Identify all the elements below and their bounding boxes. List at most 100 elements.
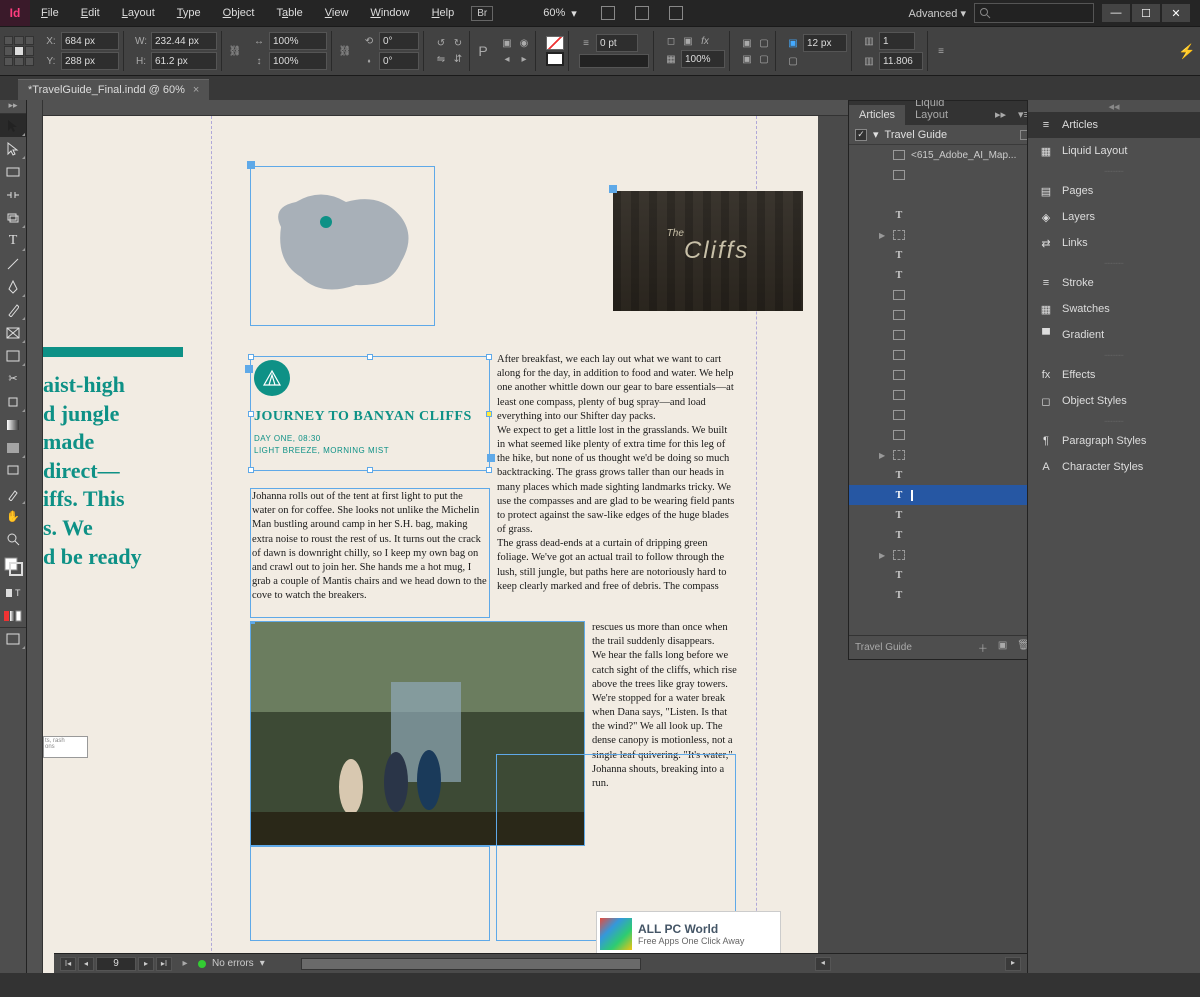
fit-1-icon[interactable]: ▣ — [740, 36, 754, 50]
y-field[interactable] — [61, 52, 119, 70]
select-container-icon[interactable]: ▣ — [500, 36, 514, 50]
pencil-tool[interactable] — [0, 298, 26, 321]
fill-stroke-tool[interactable] — [0, 551, 26, 581]
corner-opt-icon[interactable]: ◻ — [664, 34, 678, 48]
h-scrollbar[interactable] — [301, 958, 641, 970]
trash-icon[interactable]: 🗑 — [1017, 640, 1027, 655]
article-item[interactable]: ▶ — [849, 545, 1027, 565]
panel-articles[interactable]: ≡Articles — [1028, 112, 1200, 138]
preflight-label[interactable]: No errors — [212, 958, 254, 969]
empty-frame-1[interactable] — [250, 846, 490, 941]
article-item[interactable] — [849, 285, 1027, 305]
pen-tool[interactable] — [0, 275, 26, 298]
panel-swatches[interactable]: ▦Swatches — [1028, 296, 1200, 322]
reference-point[interactable] — [4, 36, 34, 66]
quick-apply-icon[interactable]: ⚡ — [1178, 43, 1196, 60]
panel-object-styles[interactable]: ◻Object Styles — [1028, 388, 1200, 414]
menu-table[interactable]: Table — [265, 0, 313, 26]
article-item[interactable] — [849, 385, 1027, 405]
article-item[interactable] — [849, 165, 1027, 185]
article-item[interactable]: T — [849, 465, 1027, 485]
rotate-field[interactable] — [379, 32, 419, 50]
article-item[interactable]: T — [849, 205, 1027, 225]
scroll-left-button[interactable]: ◂ — [815, 957, 831, 971]
fit-2-icon[interactable]: ▢ — [757, 36, 771, 50]
open-button[interactable]: ▸ — [178, 957, 192, 971]
note-tool[interactable] — [0, 459, 26, 482]
map-frame[interactable] — [250, 166, 435, 326]
fit-3-icon[interactable]: ▣ — [740, 52, 754, 66]
panel-gradient[interactable]: ▀Gradient — [1028, 322, 1200, 348]
gutter-field[interactable] — [879, 52, 923, 70]
rectangle-tool[interactable] — [0, 344, 26, 367]
line-tool[interactable] — [0, 252, 26, 275]
view-mode-tool[interactable] — [0, 627, 26, 650]
fx-icon[interactable]: fx — [698, 34, 712, 48]
prev-page-button[interactable]: ◂ — [78, 957, 94, 971]
page-number-field[interactable] — [96, 957, 136, 971]
panel-effects[interactable]: fxEffects — [1028, 362, 1200, 388]
h-field[interactable] — [151, 52, 217, 70]
toolbox-grip[interactable]: ▸▸ — [0, 100, 26, 114]
article-target-icon[interactable] — [1020, 130, 1027, 140]
scale-y-field[interactable] — [269, 52, 327, 70]
next-page-button[interactable]: ▸ — [138, 957, 154, 971]
collapse-icon[interactable]: ▸▸ — [989, 104, 1012, 125]
panel-pages[interactable]: ▤Pages — [1028, 178, 1200, 204]
tab-liquid-layout[interactable]: Liquid Layout — [905, 100, 989, 125]
auto-fit-icon[interactable]: ▣ — [786, 36, 800, 50]
scale-x-field[interactable] — [269, 32, 327, 50]
gradient-feather-tool[interactable] — [0, 436, 26, 459]
scissors-tool[interactable]: ✂ — [0, 367, 26, 390]
menu-type[interactable]: Type — [166, 0, 212, 26]
article-item[interactable]: T — [849, 585, 1027, 605]
view-opt-3-icon[interactable] — [669, 6, 683, 20]
article-item[interactable]: T — [849, 525, 1027, 545]
article-item[interactable]: T — [849, 505, 1027, 525]
selection-tool[interactable] — [0, 114, 26, 137]
gap-field[interactable] — [803, 34, 847, 52]
select-prev-icon[interactable]: ◂ — [500, 52, 514, 66]
cliffs-image-frame[interactable]: The Cliffs — [613, 191, 803, 311]
panel-layers[interactable]: ◈Layers — [1028, 204, 1200, 230]
shear-field[interactable] — [379, 52, 419, 70]
disclosure-icon[interactable]: ▾ — [873, 128, 879, 141]
rotate-cw-icon[interactable]: ↻ — [451, 36, 465, 50]
include-checkbox[interactable]: ✓ — [855, 129, 867, 141]
menu-edit[interactable]: Edit — [70, 0, 111, 26]
article-item[interactable] — [849, 305, 1027, 325]
vertical-ruler[interactable] — [27, 100, 43, 973]
w-field[interactable] — [151, 32, 217, 50]
panel-stroke[interactable]: ≡Stroke — [1028, 270, 1200, 296]
menu-object[interactable]: Object — [212, 0, 266, 26]
article-item[interactable] — [849, 365, 1027, 385]
fill-swatch[interactable] — [546, 36, 564, 50]
article-item[interactable]: ▶ — [849, 445, 1027, 465]
apply-color-tool[interactable] — [0, 604, 26, 627]
free-transform-tool[interactable] — [0, 390, 26, 413]
zoom-tool[interactable] — [0, 528, 26, 551]
hand-tool[interactable]: ✋ — [0, 505, 26, 528]
stroke-swatch[interactable] — [546, 52, 564, 66]
gap-tool[interactable] — [0, 183, 26, 206]
article-item[interactable]: ▶ — [849, 225, 1027, 245]
align-icon[interactable]: ≡ — [934, 44, 948, 58]
panel-liquid-layout[interactable]: ▦Liquid Layout — [1028, 138, 1200, 164]
first-page-button[interactable]: I◂ — [60, 957, 76, 971]
stroke-style-dropdown[interactable] — [579, 54, 649, 68]
article-item[interactable] — [849, 185, 1027, 205]
opacity-field[interactable] — [681, 50, 725, 68]
flip-h-icon[interactable]: ⇋ — [434, 52, 448, 66]
select-next-icon[interactable]: ▸ — [517, 52, 531, 66]
gradient-swatch-tool[interactable] — [0, 413, 26, 436]
flip-v-icon[interactable]: ⇵ — [451, 52, 465, 66]
rotate-ccw-icon[interactable]: ↺ — [434, 36, 448, 50]
menu-window[interactable]: Window — [359, 0, 420, 26]
x-field[interactable] — [61, 32, 119, 50]
close-button[interactable]: ✕ — [1162, 4, 1190, 22]
link-wh-icon[interactable]: ⛓ — [228, 44, 242, 58]
panel-links[interactable]: ⇄Links — [1028, 230, 1200, 256]
add-icon[interactable]: ＋ — [978, 640, 988, 655]
panel-menu-icon[interactable]: ▾≡ — [1012, 104, 1027, 125]
formatting-affect-tool[interactable]: T — [0, 581, 26, 604]
